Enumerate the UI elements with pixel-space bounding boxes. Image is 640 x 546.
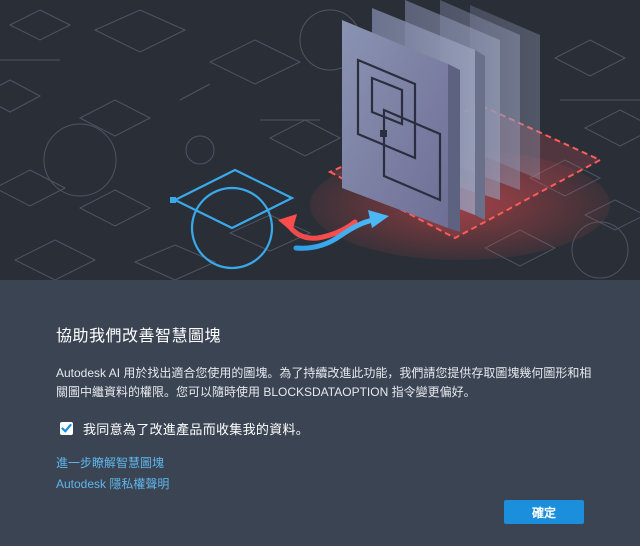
dialog-description: Autodesk AI 用於找出適合您使用的圖塊。為了持續改進此功能，我們請您提… <box>56 366 592 399</box>
checkmark-icon <box>61 423 72 433</box>
block-outline-icon <box>170 168 295 270</box>
ok-button[interactable]: 確定 <box>504 500 584 524</box>
learn-more-link[interactable]: 進一步瞭解智慧圖塊 <box>56 454 164 471</box>
smart-blocks-illustration <box>0 0 640 280</box>
privacy-statement-link[interactable]: Autodesk 隱私權聲明 <box>56 475 169 492</box>
consent-label: 我同意為了改進產品而收集我的資料。 <box>83 422 310 437</box>
consent-checkbox[interactable] <box>60 422 73 435</box>
hero-illustration <box>0 0 640 280</box>
dialog-panel: 協助我們改善智慧圖塊 Autodesk AI 用於找出適合您使用的圖塊。為了持續… <box>0 280 640 546</box>
dialog-title: 協助我們改善智慧圖塊 <box>56 328 222 345</box>
consent-checkbox-row[interactable]: 我同意為了改進產品而收集我的資料。 <box>60 419 309 438</box>
